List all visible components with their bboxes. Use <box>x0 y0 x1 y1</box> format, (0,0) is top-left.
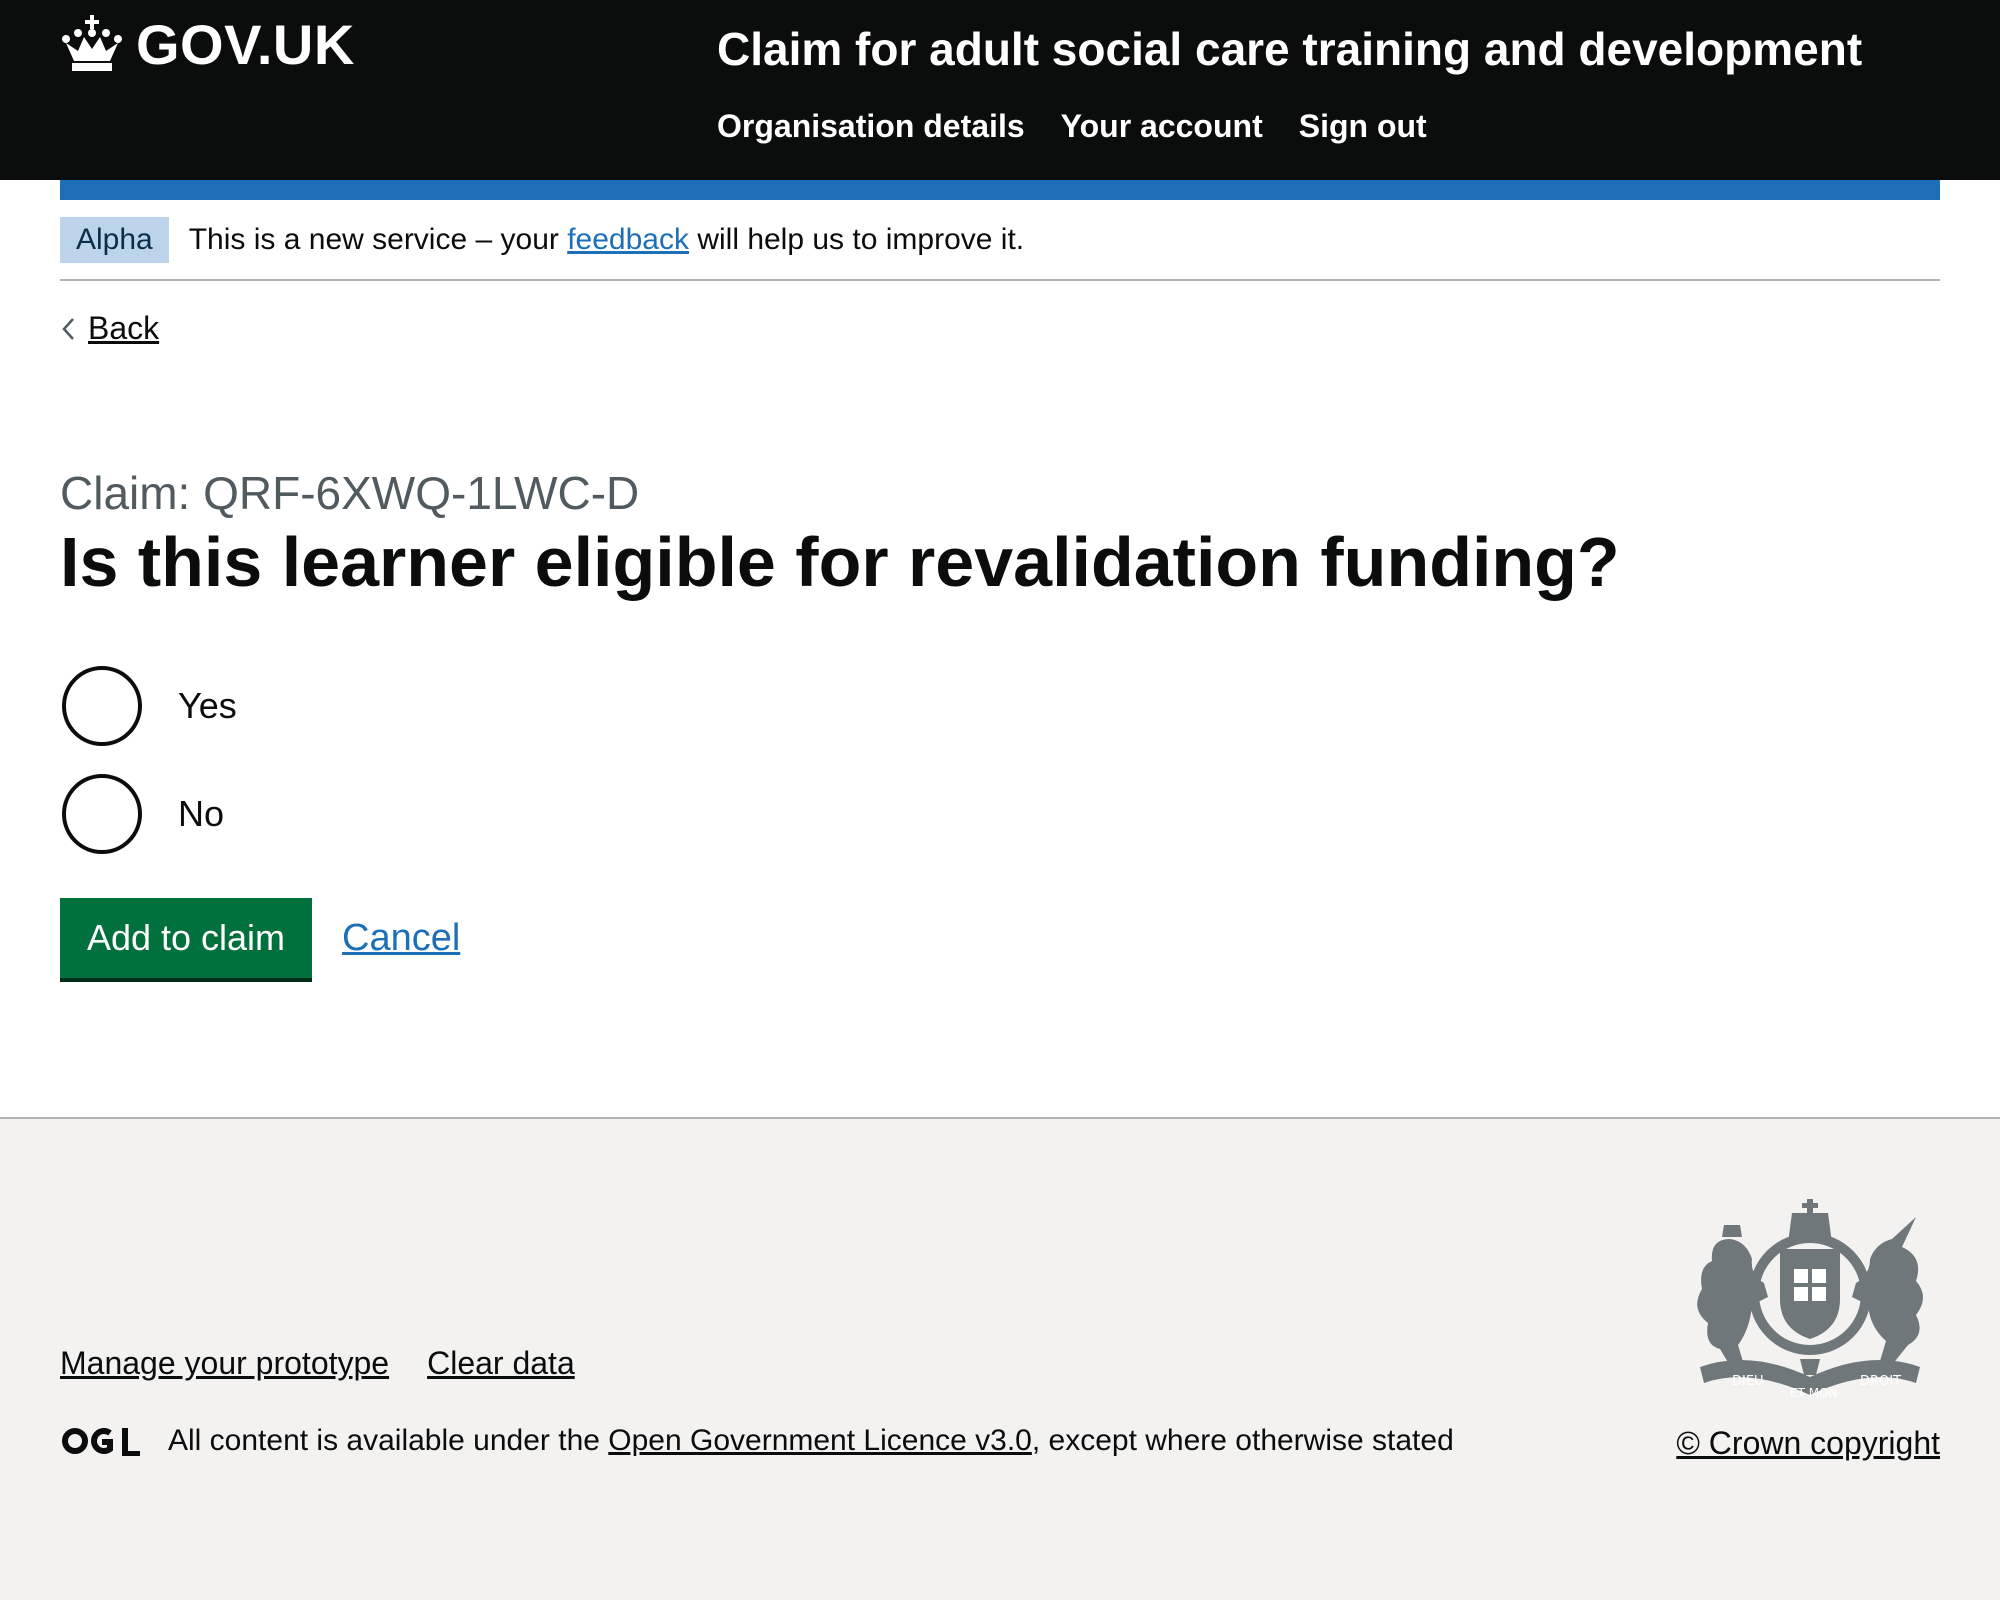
open-government-licence-link[interactable]: Open Government Licence v3.0 <box>608 1424 1032 1457</box>
radio-option-yes[interactable]: Yes <box>62 666 237 746</box>
footer-links: Manage your prototype Clear data <box>60 1345 575 1382</box>
back-link-container: Back <box>60 310 159 347</box>
crest-motto-et-mon: ET MON <box>1790 1386 1838 1400</box>
radio-option-no[interactable]: No <box>62 774 224 854</box>
licence-statement: All content is available under the Open … <box>60 1424 1454 1458</box>
licence-text-before: All content is available under the <box>168 1424 609 1457</box>
licence-text-after: , except where otherwise stated <box>1031 1424 1454 1457</box>
chevron-left-icon <box>62 317 74 340</box>
header-navigation: Organisation details Your account Sign o… <box>717 108 1427 145</box>
radio-input-yes[interactable] <box>62 666 142 746</box>
crest-motto-droit: DROIT <box>1860 1374 1901 1389</box>
phase-tag: Alpha <box>60 216 169 263</box>
page-title: Is this learner eligible for revalidatio… <box>60 523 1620 601</box>
radio-label-no[interactable]: No <box>178 793 224 835</box>
claim-caption: Claim: QRF-6XWQ-1LWC-D <box>60 467 640 519</box>
site-header: GOV.UK Claim for adult social care train… <box>0 0 2000 180</box>
nav-sign-out[interactable]: Sign out <box>1299 108 1427 145</box>
royal-crest-icon: DIEU ET MON DROIT <box>1697 1199 1923 1400</box>
radio-input-no[interactable] <box>62 774 142 854</box>
nav-organisation-details[interactable]: Organisation details <box>717 108 1025 145</box>
govuk-logo-link[interactable]: GOV.UK <box>60 12 355 77</box>
feedback-link[interactable]: feedback <box>567 223 689 256</box>
radio-label-yes[interactable]: Yes <box>178 685 237 727</box>
back-link[interactable]: Back <box>88 310 159 347</box>
crest-motto-dieu: DIEU <box>1732 1374 1764 1389</box>
crown-copyright-link[interactable]: © Crown copyright <box>1676 1425 1940 1462</box>
footer-link-manage-prototype[interactable]: Manage your prototype <box>60 1345 389 1382</box>
phase-banner: Alpha This is a new service – your feedb… <box>60 200 1940 281</box>
add-to-claim-button[interactable]: Add to claim <box>60 898 312 978</box>
header-blue-bar <box>60 180 1940 200</box>
crown-icon <box>62 14 122 71</box>
service-name[interactable]: Claim for adult social care training and… <box>717 22 1862 76</box>
licence-text: All content is available under the Open … <box>168 1424 1454 1458</box>
site-footer: Manage your prototype Clear data All con… <box>0 1117 2000 1600</box>
logo-text: GOV.UK <box>136 13 355 76</box>
phase-banner-text: This is a new service – your feedback wi… <box>189 223 1024 257</box>
footer-link-clear-data[interactable]: Clear data <box>427 1345 575 1382</box>
form-actions: Add to claim Cancel <box>60 898 460 978</box>
phase-text-after: will help us to improve it. <box>688 222 1025 256</box>
ogl-logo-icon <box>62 1428 140 1456</box>
nav-your-account[interactable]: Your account <box>1061 108 1263 145</box>
cancel-link[interactable]: Cancel <box>342 917 460 960</box>
phase-text-before: This is a new service – your <box>188 222 568 256</box>
